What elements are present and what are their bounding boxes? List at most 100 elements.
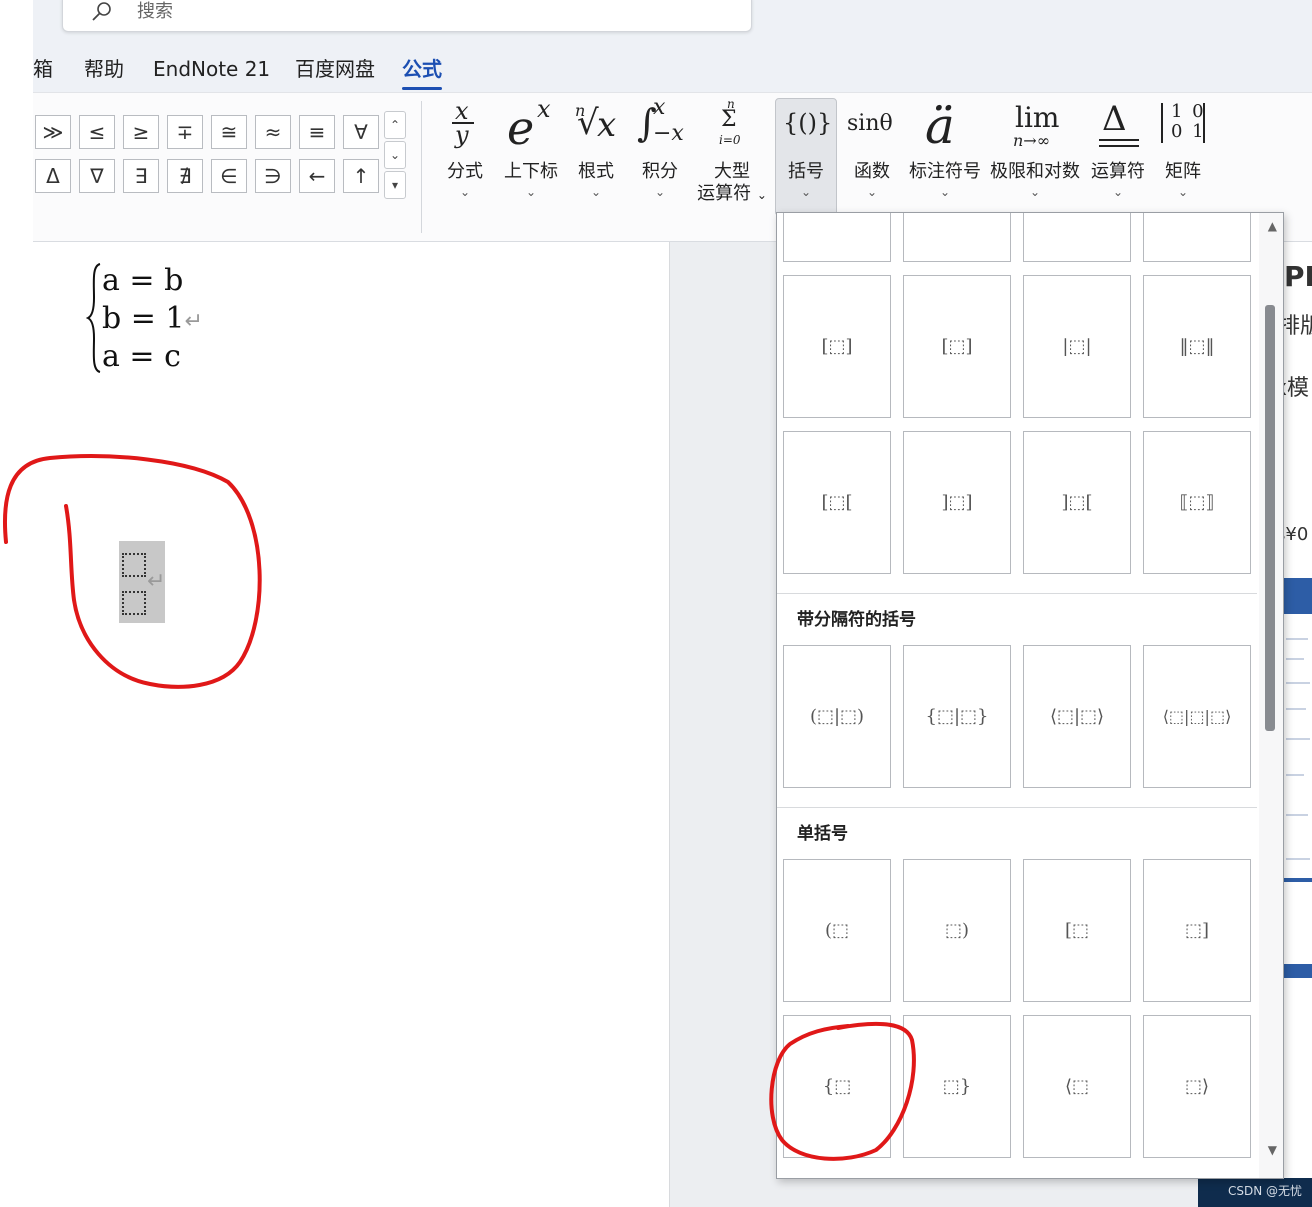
symbol-less-equal[interactable]: ≤ [79,115,115,149]
symbol-delta[interactable]: Δ [35,159,71,193]
ribbon-separator [421,101,422,233]
bracket-option[interactable] [1143,213,1251,262]
bracket-option[interactable]: [⬚[ [783,431,891,574]
symbol-element-of[interactable]: ∈ [211,159,247,193]
accent-button[interactable]: ä 标注符号 ⌄ [905,97,985,211]
bracket-option[interactable]: [⬚] [903,275,1011,418]
limit-icon: lim n→∞ [989,99,1081,161]
script-icon: e x [499,95,563,161]
limit-log-button[interactable]: lim n→∞ 极限和对数 ⌄ [989,99,1081,211]
bracket-option[interactable]: ⟦⬚⟧ [1143,431,1251,574]
chevron-down-icon: ⌄ [1177,185,1189,199]
operator-button[interactable]: Δ 运算符 ⌄ [1087,99,1149,211]
fraction-label: 分式 [447,161,483,182]
preview-text: s¥0 [1284,524,1309,545]
paragraph-mark-icon: ↵ [147,569,166,594]
single-bracket-option[interactable]: ⬚) [903,859,1011,1002]
matrix-row-1: 1 0 [1171,101,1206,122]
operator-icon: Δ [1087,99,1149,161]
single-bracket-option[interactable]: ⬚⟩ [1143,1015,1251,1158]
single-bracket-option[interactable]: (⬚ [783,859,891,1002]
bracket-option[interactable]: ‖⬚‖ [1143,275,1251,418]
symbol-greater-equal[interactable]: ≥ [123,115,159,149]
large-operator-button[interactable]: n Σ i=0 大型 运算符 ⌄ [695,97,769,211]
radical-button[interactable]: n √ x 根式 ⌄ [571,99,621,211]
bracket-option[interactable]: ]⬚[ [1023,431,1131,574]
thumbnail-line [1286,738,1310,740]
separator-bracket-option[interactable]: ⟨⬚|⬚⟩ [1023,645,1131,788]
separator-bracket-option[interactable]: ⟨⬚|⬚|⬚⟩ [1143,645,1251,788]
case-line: a = b [102,263,184,298]
chevron-down-icon: ⌄ [590,185,602,199]
accent-label: 标注符号 [909,161,981,182]
symbol-nabla[interactable]: ∇ [79,159,115,193]
page-thumbnail[interactable] [1284,578,1312,978]
script-button[interactable]: e x 上下标 ⌄ [499,95,563,211]
symbol-contains[interactable]: ∋ [255,159,291,193]
tab-toolbox[interactable]: 箱 [33,52,53,86]
symbol-up-arrow[interactable]: ↑ [343,159,379,193]
single-bracket-option[interactable]: ⬚} [903,1015,1011,1158]
function-glyph: sinθ [847,111,893,136]
symbol-congruent[interactable]: ≅ [211,115,247,149]
symbol-gallery: ≫ ≤ ≥ ∓ ≅ ≈ ≡ ∀ Δ ∇ ∃ ∄ ∈ ∋ ← ↑ ⌃ ⌄ ▾ [33,109,406,201]
separator-bracket-option[interactable]: (⬚|⬚) [783,645,891,788]
symbol-identical[interactable]: ≡ [299,115,335,149]
gallery-scroll-down[interactable]: ⌄ [384,141,406,169]
tab-equation[interactable]: 公式 [402,52,442,90]
integral-button[interactable]: ∫ x −x 积分 ⌄ [633,95,687,211]
single-bracket-option[interactable]: [⬚ [1023,859,1131,1002]
radical-base: x [597,105,617,145]
symbol-left-arrow[interactable]: ← [299,159,335,193]
thumbnail-header [1284,578,1312,614]
bracket-option[interactable] [903,213,1011,262]
separator-bracket-option[interactable]: {⬚|⬚} [903,645,1011,788]
thumbnail-line [1286,858,1310,860]
left-margin [0,0,33,1207]
symbol-approx[interactable]: ≈ [255,115,291,149]
search-icon [92,2,111,21]
scroll-down-arrow-icon[interactable]: ▼ [1268,1143,1277,1157]
bracket-option[interactable] [1023,213,1131,262]
placeholder-box[interactable] [122,553,146,577]
single-left-brace-option[interactable]: {⬚ [783,1015,891,1158]
symbol-much-greater[interactable]: ≫ [35,115,71,149]
symbol-for-all[interactable]: ∀ [343,115,379,149]
integral-icon: ∫ x −x [633,95,687,161]
tab-help[interactable]: 帮助 [84,52,124,86]
chevron-down-icon: ⌄ [1112,185,1124,199]
thumbnail-line [1286,708,1306,710]
fraction-icon: x y [443,97,487,161]
integral-lower: −x [653,121,684,146]
dropdown-scrollbar[interactable]: ▲ ▼ [1259,213,1283,1178]
tab-baidu-netdisk[interactable]: 百度网盘 [295,52,375,86]
symbol-exists[interactable]: ∃ [123,159,159,193]
search-box[interactable]: 搜索 [62,0,752,32]
chevron-down-icon: ⌄ [654,185,666,199]
symbol-not-exists[interactable]: ∄ [167,159,203,193]
bracket-option[interactable]: ]⬚] [903,431,1011,574]
chevron-down-icon: ⌄ [866,185,878,199]
symbol-minus-plus[interactable]: ∓ [167,115,203,149]
matrix-button[interactable]: 1 0 0 1 矩阵 ⌄ [1157,99,1209,211]
bracket-option[interactable]: [⬚] [783,275,891,418]
bracket-glyph: {()} [783,109,833,137]
function-button[interactable]: sinθ 函数 ⌄ [845,99,899,211]
fraction-button[interactable]: x y 分式 ⌄ [443,97,487,211]
gallery-scroll-up[interactable]: ⌃ [384,111,406,139]
tab-endnote[interactable]: EndNote 21 [153,52,270,86]
placeholder-box[interactable] [122,591,146,615]
bracket-option[interactable]: |⬚| [1023,275,1131,418]
scroll-up-arrow-icon[interactable]: ▲ [1268,219,1277,233]
gallery-more[interactable]: ▾ [384,171,406,199]
chevron-down-icon: ⌄ [939,185,951,199]
bracket-option[interactable] [783,213,891,262]
single-bracket-option[interactable]: ⟨⬚ [1023,1015,1131,1158]
single-bracket-option[interactable]: ⬚] [1143,859,1251,1002]
document-page[interactable] [33,242,669,1207]
thumbnail-line [1286,638,1308,640]
bracket-button[interactable]: {()} 括号 ⌄ [775,98,837,216]
empty-equation-placeholder[interactable]: ↵ [119,541,165,623]
expand-gallery-icon: ▾ [391,178,399,192]
scrollbar-thumb[interactable] [1265,305,1275,731]
